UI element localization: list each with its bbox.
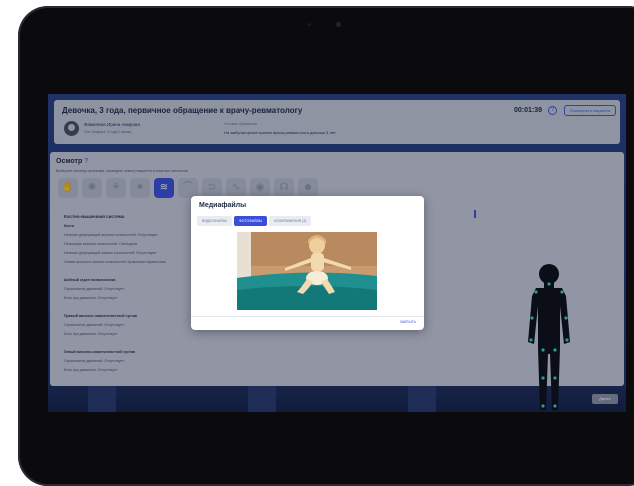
tab-videos[interactable]: ВИДЕОФАЙЛЫ bbox=[197, 216, 233, 226]
sensor-icon bbox=[308, 23, 311, 26]
modal-title: Медиафайлы bbox=[199, 202, 247, 209]
patient-photo[interactable] bbox=[237, 232, 377, 310]
tab-photos[interactable]: ФОТОФАЙЛЫ bbox=[234, 216, 268, 226]
tab-images[interactable]: ИЗОБРАЖЕНИЯ (3) bbox=[269, 216, 312, 226]
media-tabs: ВИДЕОФАЙЛЫ ФОТОФАЙЛЫ ИЗОБРАЖЕНИЯ (3) bbox=[197, 216, 312, 226]
camera-icon bbox=[336, 22, 341, 27]
close-button[interactable]: ЗАКРЫТЬ bbox=[400, 320, 416, 324]
modal-divider bbox=[191, 316, 424, 317]
media-modal: Медиафайлы ВИДЕОФАЙЛЫ ФОТОФАЙЛЫ ИЗОБРАЖЕ… bbox=[191, 196, 424, 330]
